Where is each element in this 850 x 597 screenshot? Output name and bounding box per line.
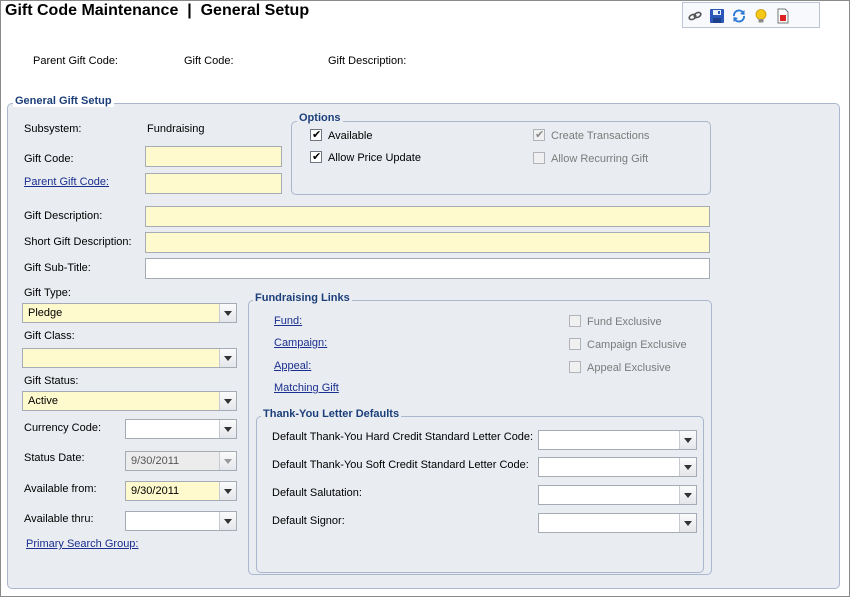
chevron-down-icon[interactable] — [219, 512, 236, 530]
chevron-down-icon[interactable] — [219, 452, 236, 470]
create-transactions-checkbox[interactable] — [533, 128, 545, 141]
fund-link[interactable]: Fund: — [274, 315, 302, 327]
available-label: Available — [328, 130, 373, 142]
header-gift-description-label: Gift Description: — [328, 55, 407, 67]
gift-description-label: Gift Description: — [24, 210, 103, 222]
save-icon[interactable] — [709, 8, 725, 24]
campaign-link[interactable]: Campaign: — [274, 337, 327, 349]
lightbulb-icon[interactable] — [753, 8, 769, 24]
available-thru-picker[interactable] — [125, 511, 237, 531]
campaign-exclusive-checkbox[interactable] — [569, 338, 581, 350]
report-icon[interactable] — [775, 8, 791, 24]
gift-class-label: Gift Class: — [24, 330, 75, 342]
fundraising-links-legend: Fundraising Links — [253, 292, 352, 304]
status-date-label: Status Date: — [24, 452, 85, 464]
parent-gift-code-input[interactable] — [145, 173, 282, 194]
gift-subtitle-input[interactable] — [145, 258, 710, 279]
chevron-down-icon[interactable] — [679, 431, 696, 449]
appeal-exclusive-checkbox[interactable] — [569, 361, 581, 373]
page-title: Gift Code Maintenance | General Setup — [5, 2, 310, 19]
hard-credit-letter-label: Default Thank-You Hard Credit Standard L… — [272, 431, 534, 443]
chevron-down-icon[interactable] — [679, 514, 696, 532]
gift-status-select[interactable]: Active — [22, 391, 237, 411]
appeal-exclusive-label: Appeal Exclusive — [587, 362, 671, 374]
header-parent-gift-code-label: Parent Gift Code: — [33, 55, 118, 67]
fund-exclusive-label: Fund Exclusive — [587, 316, 662, 328]
short-gift-description-label: Short Gift Description: — [24, 236, 132, 248]
chevron-down-icon[interactable] — [219, 392, 236, 410]
parent-gift-code-link[interactable]: Parent Gift Code: — [24, 176, 109, 188]
salutation-select[interactable] — [538, 485, 697, 505]
chevron-down-icon[interactable] — [219, 420, 236, 438]
status-date-picker[interactable]: 9/30/2011 — [125, 451, 237, 471]
gift-type-select[interactable]: Pledge — [22, 303, 237, 323]
gift-type-label: Gift Type: — [24, 287, 71, 299]
gift-class-select[interactable] — [22, 348, 237, 368]
hard-credit-letter-select[interactable] — [538, 430, 697, 450]
header-gift-code-label: Gift Code: — [184, 55, 234, 67]
currency-code-select[interactable] — [125, 419, 237, 439]
matching-gift-link[interactable]: Matching Gift — [274, 382, 339, 394]
salutation-label: Default Salutation: — [272, 487, 362, 499]
available-thru-label: Available thru: — [24, 513, 94, 525]
options-legend: Options — [297, 112, 343, 124]
general-gift-setup-legend: General Gift Setup — [13, 95, 114, 107]
subsystem-label: Subsystem: — [24, 123, 82, 135]
chevron-down-icon[interactable] — [679, 458, 696, 476]
chevron-down-icon[interactable] — [219, 482, 236, 500]
fund-exclusive-checkbox[interactable] — [569, 315, 581, 327]
short-gift-description-input[interactable] — [145, 232, 710, 253]
signor-label: Default Signor: — [272, 515, 345, 527]
signor-select[interactable] — [538, 513, 697, 533]
primary-search-group-link[interactable]: Primary Search Group: — [26, 538, 138, 550]
soft-credit-letter-label: Default Thank-You Soft Credit Standard L… — [272, 459, 529, 471]
available-checkbox[interactable] — [310, 128, 322, 141]
gift-code-label: Gift Code: — [24, 153, 74, 165]
chevron-down-icon[interactable] — [679, 486, 696, 504]
gift-description-input[interactable] — [145, 206, 710, 227]
allow-price-update-label: Allow Price Update — [328, 152, 421, 164]
gift-status-label: Gift Status: — [24, 375, 79, 387]
subsystem-value: Fundraising — [147, 123, 205, 135]
allow-recurring-gift-checkbox[interactable] — [533, 152, 545, 164]
available-from-picker[interactable]: 9/30/2011 — [125, 481, 237, 501]
allow-price-update-checkbox[interactable] — [310, 150, 322, 163]
gift-code-input[interactable] — [145, 146, 282, 167]
create-transactions-label: Create Transactions — [551, 130, 650, 142]
soft-credit-letter-select[interactable] — [538, 457, 697, 477]
allow-recurring-gift-label: Allow Recurring Gift — [551, 153, 649, 165]
toolbar — [682, 2, 820, 28]
available-from-label: Available from: — [24, 483, 97, 495]
gift-subtitle-label: Gift Sub-Title: — [24, 262, 91, 274]
link-icon[interactable] — [687, 8, 703, 24]
currency-code-label: Currency Code: — [24, 422, 102, 434]
thank-you-defaults-legend: Thank-You Letter Defaults — [261, 408, 402, 420]
chevron-down-icon[interactable] — [219, 349, 236, 367]
refresh-icon[interactable] — [731, 8, 747, 24]
appeal-link[interactable]: Appeal: — [274, 360, 311, 372]
campaign-exclusive-label: Campaign Exclusive — [587, 339, 687, 351]
chevron-down-icon[interactable] — [219, 304, 236, 322]
